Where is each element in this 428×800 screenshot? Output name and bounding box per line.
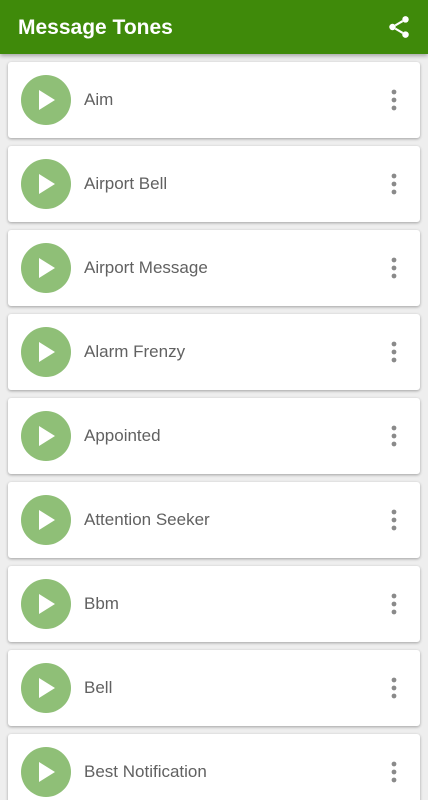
list-item[interactable]: Bell — [8, 650, 420, 726]
tone-name: Attention Seeker — [84, 510, 210, 529]
more-options-button[interactable] — [382, 254, 406, 282]
tone-name: Appointed — [84, 426, 161, 445]
tone-name: Aim — [84, 90, 114, 109]
more-options-button[interactable] — [382, 590, 406, 618]
share-button[interactable] — [384, 12, 414, 42]
play-button[interactable] — [21, 411, 71, 461]
play-icon — [39, 90, 55, 110]
tone-name: Airport Message — [84, 258, 208, 277]
more-vertical-icon — [391, 257, 397, 279]
more-options-button[interactable] — [382, 758, 406, 786]
play-icon — [39, 678, 55, 698]
play-button[interactable] — [21, 327, 71, 377]
play-button[interactable] — [21, 159, 71, 209]
more-vertical-icon — [391, 173, 397, 195]
tone-name: Bbm — [84, 594, 119, 613]
play-button[interactable] — [21, 495, 71, 545]
more-vertical-icon — [391, 89, 397, 111]
more-options-button[interactable] — [382, 86, 406, 114]
play-button[interactable] — [21, 75, 71, 125]
more-options-button[interactable] — [382, 170, 406, 198]
more-vertical-icon — [391, 761, 397, 783]
more-vertical-icon — [391, 593, 397, 615]
tone-list[interactable]: Aim Airport Bell Airport Message Alarm F… — [0, 54, 428, 800]
more-options-button[interactable] — [382, 338, 406, 366]
more-vertical-icon — [391, 677, 397, 699]
share-icon — [389, 16, 409, 38]
play-button[interactable] — [21, 747, 71, 797]
list-item[interactable]: Aim — [8, 62, 420, 138]
list-item[interactable]: Airport Message — [8, 230, 420, 306]
play-icon — [39, 174, 55, 194]
play-icon — [39, 426, 55, 446]
list-item[interactable]: Airport Bell — [8, 146, 420, 222]
more-options-button[interactable] — [382, 674, 406, 702]
play-button[interactable] — [21, 243, 71, 293]
play-button[interactable] — [21, 579, 71, 629]
tone-name: Best Notification — [84, 762, 207, 781]
tone-name: Airport Bell — [84, 174, 168, 193]
tone-name: Bell — [84, 678, 113, 697]
list-item[interactable]: Appointed — [8, 398, 420, 474]
list-item[interactable]: Best Notification — [8, 734, 420, 800]
more-vertical-icon — [391, 509, 397, 531]
play-icon — [39, 762, 55, 782]
play-icon — [39, 258, 55, 278]
list-item[interactable]: Bbm — [8, 566, 420, 642]
play-icon — [39, 594, 55, 614]
list-item[interactable]: Alarm Frenzy — [8, 314, 420, 390]
tone-name: Alarm Frenzy — [84, 342, 186, 361]
more-options-button[interactable] — [382, 506, 406, 534]
more-vertical-icon — [391, 341, 397, 363]
more-vertical-icon — [391, 425, 397, 447]
list-item[interactable]: Attention Seeker — [8, 482, 420, 558]
play-button[interactable] — [21, 663, 71, 713]
page-title: Message Tones — [18, 16, 173, 39]
more-options-button[interactable] — [382, 422, 406, 450]
app-bar: Message Tones — [0, 0, 428, 54]
play-icon — [39, 342, 55, 362]
play-icon — [39, 510, 55, 530]
